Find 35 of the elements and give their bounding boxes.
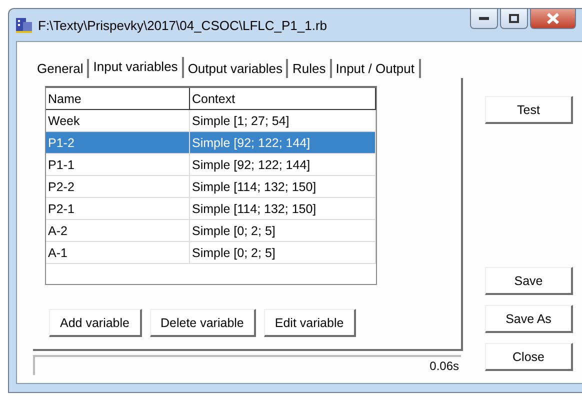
side-button[interactable]: Save xyxy=(485,267,573,295)
close-icon xyxy=(547,13,559,24)
maximize-icon xyxy=(509,14,519,23)
table-cell[interactable]: Simple [0; 2; 5] xyxy=(190,220,376,242)
variable-button[interactable]: Add variable xyxy=(49,309,142,337)
side-button[interactable]: Save As xyxy=(485,305,573,333)
side-button[interactable]: Test xyxy=(485,96,573,124)
app-icon xyxy=(15,16,33,34)
table-cell[interactable]: Simple [114; 132; 150] xyxy=(190,176,376,198)
column-header[interactable]: Context xyxy=(190,88,376,110)
table-cell[interactable]: P1-1 xyxy=(46,154,190,176)
table-cell[interactable]: A-1 xyxy=(46,242,190,264)
table-cell[interactable]: P2-2 xyxy=(46,176,190,198)
tab[interactable]: Rules xyxy=(288,59,332,78)
table-cell[interactable]: A-2 xyxy=(46,220,190,242)
table-cell[interactable]: Simple [1; 27; 54] xyxy=(190,110,376,132)
table-cell[interactable]: P2-1 xyxy=(46,198,190,220)
tab[interactable]: Output variables xyxy=(184,59,288,78)
variable-button[interactable]: Delete variable xyxy=(150,309,256,337)
table-cell[interactable]: Week xyxy=(46,110,190,132)
table-cell[interactable]: Simple [114; 132; 150] xyxy=(190,198,376,220)
close-button[interactable] xyxy=(530,9,576,29)
maximize-button[interactable] xyxy=(500,9,528,29)
tab[interactable]: Input / Output xyxy=(332,59,421,78)
variable-button[interactable]: Edit variable xyxy=(264,309,356,337)
window-title: F:\Texty\Prispevky\2017\04_CSOC\LFLC_P1_1.rb xyxy=(38,18,328,32)
minimize-button[interactable] xyxy=(470,9,498,29)
table-cell[interactable]: Simple [92; 122; 144] xyxy=(190,132,376,154)
elapsed-time: 0.06s xyxy=(430,359,459,373)
table-cell[interactable]: P1-2 xyxy=(46,132,190,154)
minimize-icon xyxy=(479,17,489,20)
side-button[interactable]: Close xyxy=(485,343,573,371)
table-cell[interactable]: Simple [92; 122; 144] xyxy=(190,154,376,176)
table-cell[interactable]: Simple [0; 2; 5] xyxy=(190,242,376,264)
column-header[interactable]: Name xyxy=(46,88,190,110)
